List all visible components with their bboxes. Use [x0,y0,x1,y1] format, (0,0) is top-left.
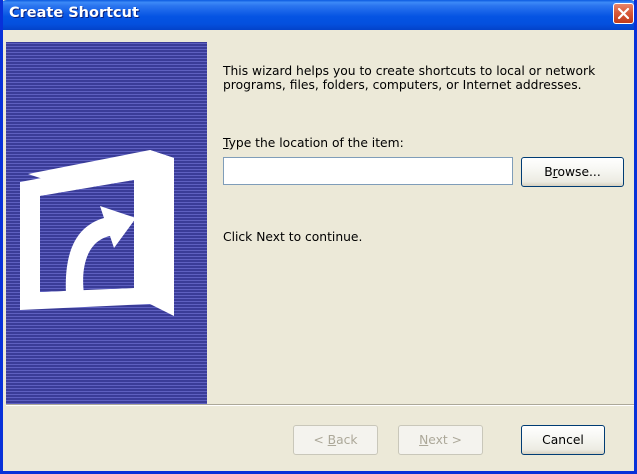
title-bar[interactable]: Create Shortcut [3,0,634,30]
create-shortcut-window: Create Shortcut This wizard helps you to… [0,0,637,474]
cancel-button[interactable]: Cancel [521,425,605,455]
continue-text: Click Next to continue. [223,230,363,244]
shortcut-arrow-icon [20,150,174,316]
close-icon [617,7,630,20]
footer-divider [6,404,634,406]
location-label-text: ype the location of the item: [228,136,404,150]
next-label-accesskey: N [419,433,429,447]
back-button[interactable]: < Back [293,425,378,455]
back-label-prefix: < [313,433,328,447]
back-label-accesskey: B [327,433,337,447]
back-label-rest: ack [336,433,358,447]
browse-label-pre: B [544,165,553,179]
next-button[interactable]: Next > [398,425,483,455]
location-label: Type the location of the item: [223,136,404,150]
close-button[interactable] [613,3,634,24]
wizard-banner [6,42,207,404]
location-input[interactable] [223,157,513,185]
browse-button[interactable]: Browse... [521,157,624,187]
intro-text: This wizard helps you to create shortcut… [223,64,596,92]
window-title: Create Shortcut [9,5,139,21]
wizard-content: This wizard helps you to create shortcut… [3,30,634,404]
next-label-rest: ext > [428,433,462,447]
browse-label-post: owse... [557,165,601,179]
